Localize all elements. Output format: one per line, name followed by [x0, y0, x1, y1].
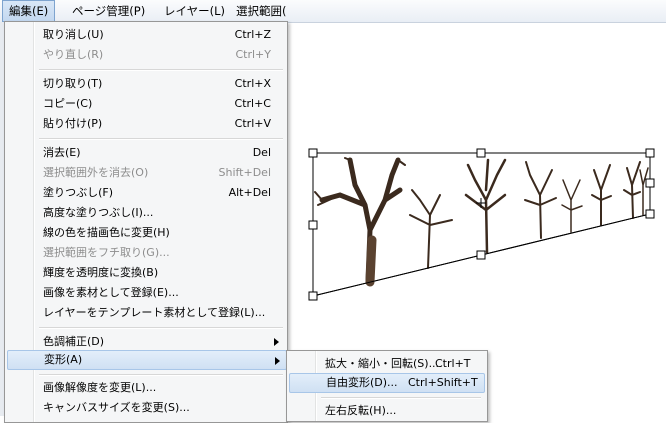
- menu-separator: [39, 69, 283, 71]
- menu-item-label: 取り消し(U): [43, 28, 104, 41]
- submenu-item-free-transform[interactable]: 自由変形(D)... Ctrl+Shift+T: [289, 373, 485, 393]
- menu-item-shortcut: Del: [252, 146, 271, 159]
- menu-item-transform[interactable]: 変形(A): [7, 350, 287, 370]
- menu-bar: 編集(E) ページ管理(P) レイヤー(L) 選択範囲(: [0, 0, 666, 23]
- menu-item-image-resolution[interactable]: 画像解像度を変更(L)...: [7, 378, 285, 398]
- menu-item-shortcut: Ctrl+Shift+T: [408, 376, 478, 389]
- menu-page-management[interactable]: ページ管理(P): [66, 0, 151, 22]
- menu-item-label: 輝度を透明度に変換(B): [43, 266, 159, 279]
- menu-item-cut[interactable]: 切り取り(T) Ctrl+X: [7, 74, 285, 94]
- menu-item-label: 自由変形(D)...: [326, 376, 398, 389]
- menu-item-paste[interactable]: 貼り付け(P) Ctrl+V: [7, 114, 285, 134]
- menu-item-label: 拡大・縮小・回転(S)...: [325, 357, 440, 370]
- menu-item-fill[interactable]: 塗りつぶし(F) Alt+Del: [7, 183, 285, 203]
- menu-item-register-layer-template[interactable]: レイヤーをテンプレート素材として登録(L)...: [7, 303, 285, 323]
- menu-layer[interactable]: レイヤー(L): [158, 0, 231, 22]
- menu-selection[interactable]: 選択範囲(: [230, 0, 293, 22]
- menu-item-label: 画像を素材として登録(E)...: [43, 286, 179, 299]
- menu-item-label: 高度な塗りつぶし(I)...: [43, 206, 154, 219]
- menu-item-label: 左右反転(H)...: [325, 404, 397, 417]
- menu-item-tonal-correction[interactable]: 色調補正(D): [7, 332, 285, 352]
- submenu-item-scale-rotate[interactable]: 拡大・縮小・回転(S)... Ctrl+T: [289, 354, 483, 374]
- menu-item-line-to-draw-color[interactable]: 線の色を描画色に変更(H): [7, 223, 285, 243]
- menu-item-label: 線の色を描画色に変更(H): [43, 226, 170, 239]
- menu-item-label: 画像解像度を変更(L)...: [43, 381, 157, 394]
- menu-item-undo[interactable]: 取り消し(U) Ctrl+Z: [7, 25, 285, 45]
- menu-item-shortcut: Ctrl+X: [234, 77, 271, 90]
- menu-item-label: 消去(E): [43, 146, 81, 159]
- menu-item-canvas-size[interactable]: キャンバスサイズを変更(S)...: [7, 398, 285, 418]
- submenu-arrow-icon: [275, 357, 280, 365]
- menu-item-label: キャンバスサイズを変更(S)...: [43, 401, 190, 414]
- menu-item-luminance-to-transparency[interactable]: 輝度を透明度に変換(B): [7, 263, 285, 283]
- menu-edit[interactable]: 編集(E): [2, 0, 56, 22]
- menu-item-label: 切り取り(T): [43, 77, 103, 90]
- menu-item-shortcut: Ctrl+T: [435, 357, 471, 370]
- menu-item-advanced-fill[interactable]: 高度な塗りつぶし(I)...: [7, 203, 285, 223]
- transform-submenu: 拡大・縮小・回転(S)... Ctrl+T 自由変形(D)... Ctrl+Sh…: [286, 350, 488, 422]
- menu-item-stroke-selection[interactable]: 選択範囲をフチ取り(G)...: [7, 243, 285, 263]
- menu-item-label: 貼り付け(P): [43, 117, 103, 130]
- menu-item-register-image-material[interactable]: 画像を素材として登録(E)...: [7, 283, 285, 303]
- menu-item-label: 塗りつぶし(F): [43, 186, 114, 199]
- menu-item-label: 色調補正(D): [43, 335, 105, 348]
- edit-menu-dropdown: 取り消し(U) Ctrl+Z やり直し(R) Ctrl+Y 切り取り(T) Ct…: [4, 21, 288, 423]
- menu-item-label: やり直し(R): [43, 48, 104, 61]
- menu-item-label: 変形(A): [44, 353, 83, 366]
- menu-item-shortcut: Ctrl+C: [234, 97, 271, 110]
- menu-item-shortcut: Alt+Del: [228, 186, 271, 199]
- menu-item-clear-outside[interactable]: 選択範囲外を消去(O) Shift+Del: [7, 163, 285, 183]
- menu-item-shortcut: Ctrl+Z: [234, 28, 271, 41]
- menu-item-label: コピー(C): [43, 97, 93, 110]
- menu-item-redo[interactable]: やり直し(R) Ctrl+Y: [7, 45, 285, 65]
- submenu-arrow-icon: [274, 338, 279, 346]
- menu-item-shortcut: Shift+Del: [218, 166, 271, 179]
- menu-separator: [39, 138, 283, 140]
- submenu-item-flip-horizontal[interactable]: 左右反転(H)...: [289, 401, 483, 421]
- menu-separator: [321, 397, 481, 399]
- menu-separator: [39, 374, 283, 376]
- menu-item-copy[interactable]: コピー(C) Ctrl+C: [7, 94, 285, 114]
- menu-item-clear[interactable]: 消去(E) Del: [7, 143, 285, 163]
- menu-item-label: レイヤーをテンプレート素材として登録(L)...: [43, 306, 266, 319]
- menu-separator: [39, 327, 283, 329]
- menu-item-shortcut: Ctrl+Y: [235, 48, 271, 61]
- menu-item-label: 選択範囲をフチ取り(G)...: [43, 246, 170, 259]
- menu-item-shortcut: Ctrl+V: [234, 117, 271, 130]
- menu-item-label: 選択範囲外を消去(O): [43, 166, 149, 179]
